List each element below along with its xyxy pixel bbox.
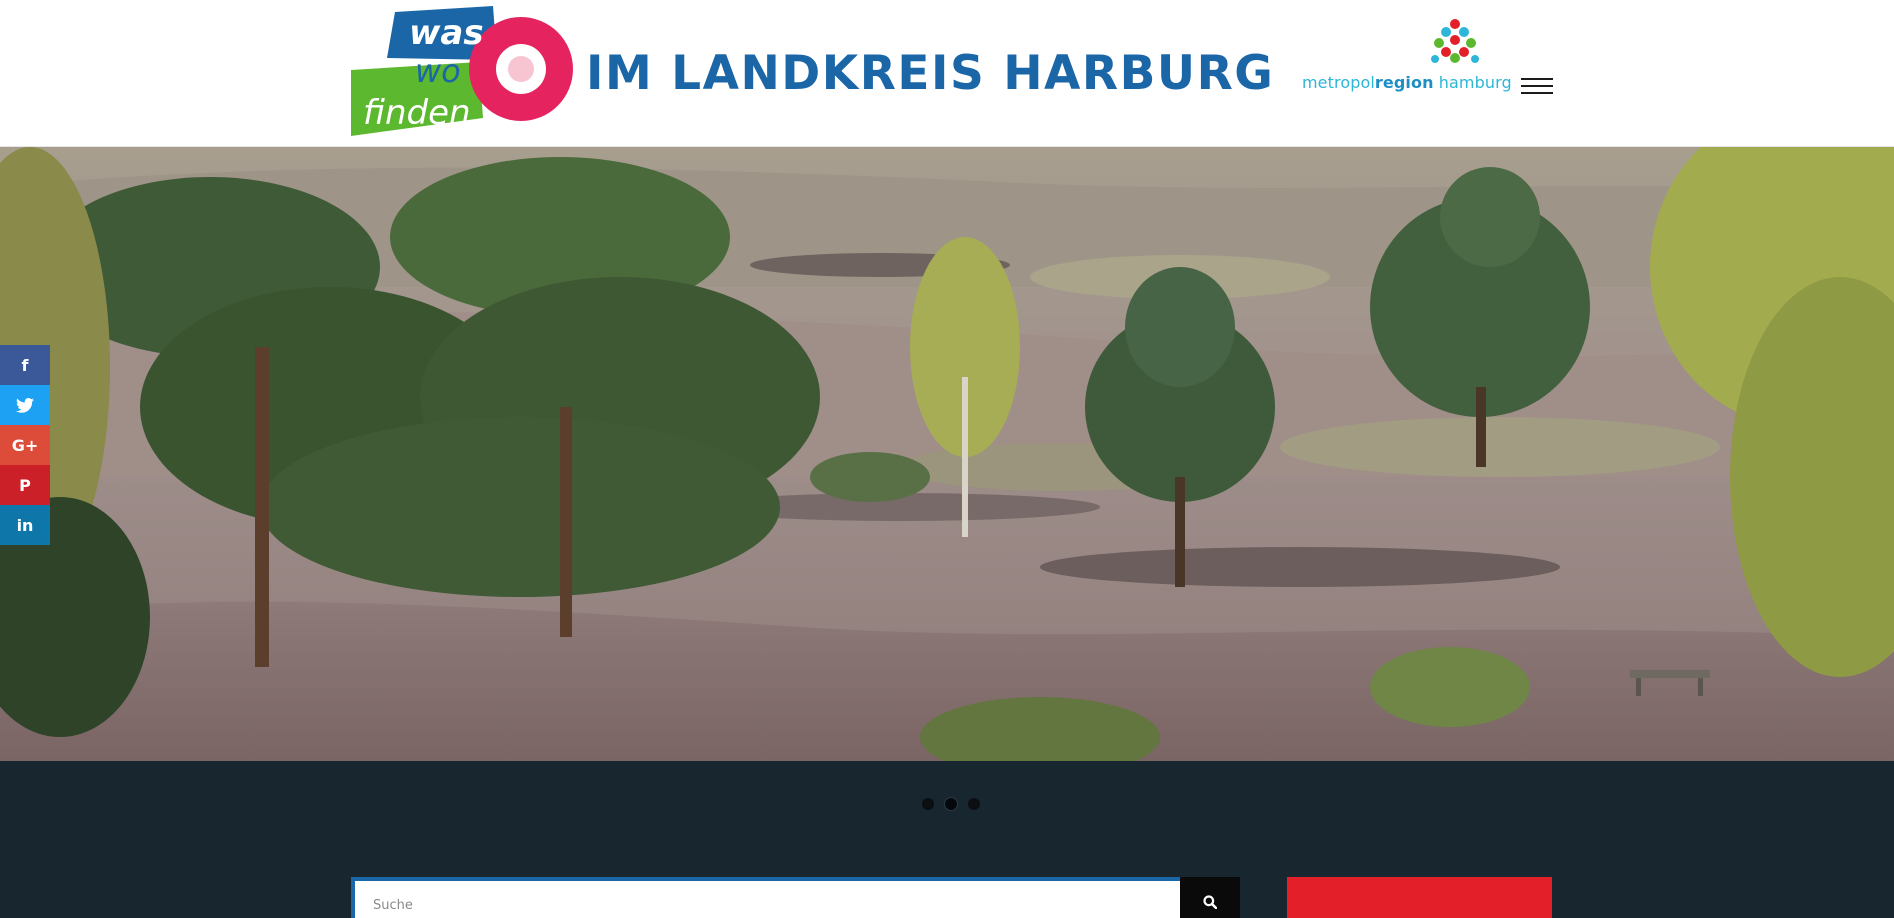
hamburger-line — [1521, 78, 1553, 80]
google-plus-icon: G+ — [11, 435, 39, 455]
hamburger-line — [1521, 85, 1553, 87]
metropolregion-name-suffix: hamburg — [1433, 73, 1512, 92]
facebook-share-button[interactable]: f — [0, 345, 50, 385]
linkedin-share-button[interactable]: in — [0, 505, 50, 545]
social-share-bar: f G+ P in — [0, 345, 50, 545]
logo-tagline: IM LANDKREIS HARBURG — [586, 46, 1275, 101]
pinterest-icon: P — [19, 475, 31, 495]
search-input[interactable] — [351, 877, 1180, 918]
hamburger-line — [1521, 92, 1553, 94]
was-wo-finden-logo: was wo finden — [351, 6, 573, 136]
slider-dot-3[interactable] — [968, 798, 980, 810]
slider-dot-1[interactable] — [922, 798, 934, 810]
logo-word-3: finden — [363, 93, 471, 133]
hamburger-menu-icon[interactable] — [1521, 76, 1553, 98]
metropolregion-link[interactable]: metropolregion hamburg — [1300, 18, 1512, 96]
linkedin-icon: in — [16, 515, 34, 535]
site-header: was wo finden IM LANDKREIS HARBURG metro… — [0, 0, 1894, 147]
hero-slider[interactable] — [0, 147, 1894, 761]
twitter-share-button[interactable] — [0, 385, 50, 425]
pinterest-share-button[interactable]: P — [0, 465, 50, 505]
heathland-landscape-image — [0, 147, 1894, 761]
twitter-icon — [16, 397, 34, 413]
google-plus-share-button[interactable]: G+ — [0, 425, 50, 465]
search-form — [351, 877, 1240, 918]
metropolregion-symbol-icon — [1431, 19, 1479, 63]
metropolregion-name: metropolregion hamburg — [1302, 73, 1512, 92]
logo-word-2: wo — [415, 52, 461, 90]
slider-pagination — [922, 798, 980, 812]
highlight-box[interactable] — [1287, 877, 1552, 918]
site-logo-link[interactable]: was wo finden IM LANDKREIS HARBURG — [351, 6, 1273, 136]
facebook-icon: f — [21, 355, 29, 375]
logo-word-1: was — [409, 13, 484, 53]
search-button[interactable] — [1180, 877, 1240, 918]
search-icon — [1203, 895, 1217, 909]
metropolregion-name-bold: region — [1374, 73, 1434, 92]
metropolregion-name-prefix: metropol — [1302, 73, 1375, 92]
slider-dot-2[interactable] — [945, 798, 957, 810]
